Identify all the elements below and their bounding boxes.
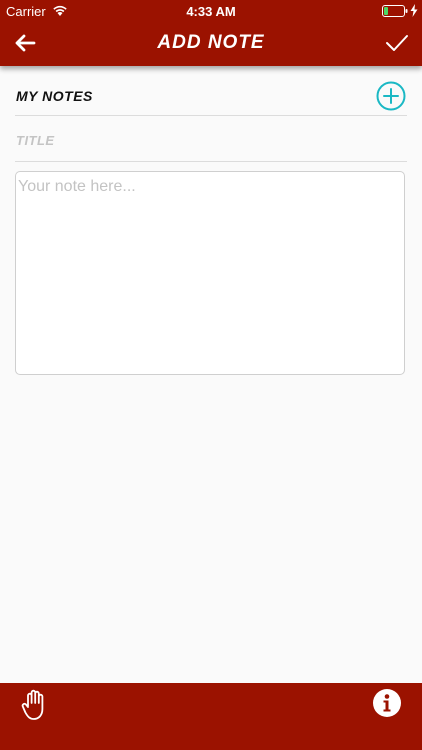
title-input[interactable]	[15, 126, 409, 154]
note-textarea[interactable]	[15, 171, 405, 375]
checkmark-icon	[386, 35, 408, 51]
status-bar: Carrier 4:33 AM	[0, 0, 422, 22]
bottom-toolbar	[0, 683, 422, 750]
page-title: ADD NOTE	[157, 32, 265, 53]
save-button[interactable]	[380, 26, 414, 60]
status-time: 4:33 AM	[186, 4, 236, 19]
my-notes-row: MY NOTES	[15, 66, 407, 116]
bolt-icon	[410, 4, 418, 17]
battery-icon	[382, 5, 408, 17]
my-notes-label: MY NOTES	[16, 88, 93, 104]
hand-icon[interactable]	[20, 688, 50, 722]
plus-circle-icon[interactable]	[376, 81, 406, 111]
nav-bar: ADD NOTE	[0, 22, 422, 66]
note-form: MY NOTES	[15, 66, 409, 375]
title-row	[15, 116, 409, 162]
app-header: Carrier 4:33 AM ADD NOTE	[0, 0, 422, 66]
info-icon[interactable]	[372, 688, 402, 718]
